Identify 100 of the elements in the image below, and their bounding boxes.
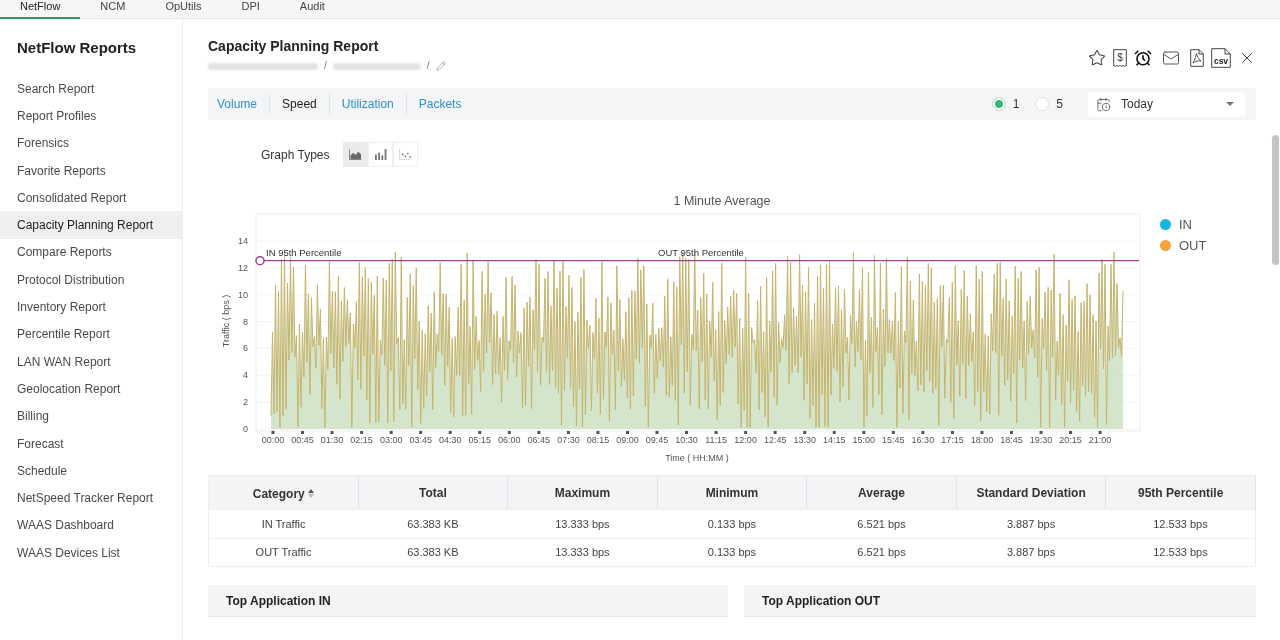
tick-mark	[744, 431, 748, 434]
column-header: Minimum	[657, 475, 807, 510]
radio-button[interactable]	[1035, 97, 1050, 111]
nav-tab[interactable]: NetFlow	[0, 0, 81, 19]
tick-mark	[891, 431, 895, 434]
tick-mark	[537, 431, 541, 434]
y-axis-tick-label: 10	[238, 289, 248, 300]
area-chart-icon	[349, 149, 363, 160]
table-cell: 63.383 KB	[358, 509, 508, 539]
breadcrumb-separator: /	[426, 60, 430, 72]
table-cell: 13.333 bps	[507, 509, 658, 539]
tick-mark	[330, 431, 334, 434]
tick-mark	[389, 431, 393, 434]
table-cell: 6.521 bps	[806, 509, 957, 539]
tick-mark	[980, 431, 984, 434]
sidebar-item[interactable]: Capacity Planning Report	[0, 211, 182, 239]
x-axis-tick-label: 06:00	[498, 435, 521, 445]
tick-mark	[1098, 431, 1102, 434]
tick-mark	[271, 431, 275, 434]
column-header[interactable]: Category	[252, 484, 305, 503]
sort-icon[interactable]	[307, 489, 314, 498]
table-cell: IN Traffic	[208, 509, 359, 539]
nav-tab[interactable]: OpUtils	[145, 0, 222, 19]
y-axis-tick-label: 2	[243, 397, 248, 408]
report-title: Capacity Planning Report	[208, 37, 380, 56]
tick-mark	[950, 431, 954, 434]
table-cell: 3.887 bps	[956, 509, 1106, 539]
x-axis-tick-label: 13:30	[793, 435, 816, 445]
x-axis-tick-label: 15:00	[852, 435, 876, 445]
legend-label: IN	[1179, 218, 1192, 231]
nav-tab[interactable]: DPI	[221, 0, 280, 19]
y-axis-tick-label: 0	[243, 424, 248, 434]
nav-tab[interactable]: NCM	[80, 0, 146, 19]
x-axis-tick-label: 16:30	[911, 435, 935, 445]
x-axis-tick-label: 08:15	[586, 435, 610, 445]
nav-tab[interactable]: Audit	[279, 0, 345, 19]
radio-label: 5	[1056, 96, 1063, 113]
y-axis-tick-label: 6	[243, 343, 248, 354]
tick-mark	[685, 431, 689, 434]
tick-mark	[419, 431, 423, 434]
star-icon[interactable]	[1088, 49, 1106, 67]
x-axis-title: Time ( HH:MM )	[665, 453, 729, 463]
bar-chart-icon	[374, 149, 388, 160]
x-axis-tick-label: 00:00	[261, 435, 285, 445]
x-axis-tick-label: 09:45	[645, 435, 669, 445]
x-axis-tick-label: 11:15	[705, 435, 728, 445]
tick-mark	[714, 431, 718, 434]
y-axis-title: Traffic ( bps )	[221, 294, 231, 348]
graph-types-label: Graph Types	[261, 146, 330, 164]
x-axis-tick-label: 21:00	[1088, 435, 1112, 445]
x-axis-tick-label: 06:45	[527, 435, 551, 445]
tick-mark	[803, 431, 807, 434]
x-axis-tick-label: 15:45	[882, 435, 905, 445]
tick-mark	[507, 431, 511, 434]
tick-mark	[478, 431, 482, 434]
x-axis-tick-label: 05:15	[468, 435, 492, 445]
column-header: Total	[358, 475, 508, 510]
column-header: Maximum	[507, 475, 658, 510]
date-range-dropdown[interactable]: Today	[1088, 91, 1245, 117]
radio-label: 1	[1012, 96, 1020, 113]
x-axis-tick-label: 17:15	[941, 435, 964, 445]
tick-mark	[566, 431, 570, 434]
graph-type-button[interactable]	[368, 142, 394, 167]
tick-mark	[1069, 431, 1073, 434]
x-axis-tick-label: 20:15	[1059, 435, 1082, 445]
y-axis-tick-label: 8	[243, 316, 248, 327]
scrollbar-thumb[interactable]	[1272, 135, 1279, 265]
table-cell: 3.887 bps	[956, 538, 1106, 567]
column-header: Standard Deviation	[956, 475, 1106, 510]
tick-mark	[832, 431, 836, 434]
alarm-clock-icon[interactable]	[1134, 49, 1152, 67]
table-cell: 12.533 bps	[1105, 509, 1256, 539]
column-header: 95th Percentile	[1105, 475, 1256, 510]
radio-button[interactable]	[991, 97, 1006, 111]
x-axis-tick-label: 07:30	[557, 435, 580, 445]
x-axis-tick-label: 10:30	[675, 435, 698, 445]
tick-mark	[301, 431, 305, 434]
legend-label: OUT	[1179, 239, 1207, 252]
percentile-label: IN 95th Percentile	[266, 246, 342, 258]
tick-mark	[360, 431, 364, 434]
table-cell: 6.521 bps	[806, 538, 957, 567]
chart-title: 1 Minute Average	[673, 194, 771, 208]
x-axis-tick-label: 12:00	[734, 435, 757, 445]
tab[interactable]: Speed	[269, 94, 329, 114]
tick-mark	[626, 431, 629, 434]
tick-mark	[655, 431, 659, 434]
calendar-clock-icon	[1096, 96, 1111, 112]
x-axis-tick-label: 18:00	[970, 435, 994, 445]
column-header: Average	[806, 475, 957, 510]
y-axis-tick-label: 14	[238, 236, 248, 246]
panel-header: Top Application IN	[208, 585, 728, 617]
receipt-icon[interactable]: $	[1113, 49, 1127, 67]
y-axis-tick-label: 12	[238, 262, 248, 273]
x-axis-tick-label: 03:00	[379, 435, 403, 445]
tick-mark	[773, 431, 777, 434]
table-cell: 13.333 bps	[507, 538, 658, 567]
table-cell: 0.133 bps	[657, 509, 807, 539]
document-icon[interactable]	[1190, 49, 1204, 67]
graph-type-button[interactable]	[343, 142, 369, 167]
x-axis-tick-label: 14:15	[823, 435, 846, 445]
